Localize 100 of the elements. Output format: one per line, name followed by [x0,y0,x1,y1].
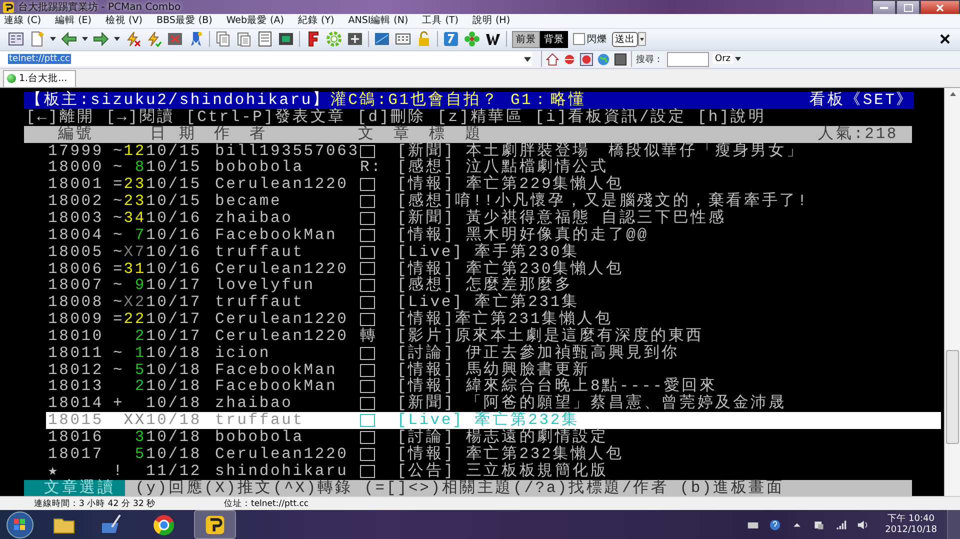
article-row[interactable]: ★ ! 11/12 shindohikaru [公告] 三立板板規簡化版 [46,462,941,480]
dropdown-caret-icon[interactable] [638,32,646,46]
round-browser-icon[interactable] [152,512,176,536]
letter-w-icon[interactable] [485,31,501,48]
dropdown-caret-icon[interactable] [734,57,741,62]
dropdown-caret-icon[interactable] [82,37,88,42]
article-row[interactable]: 18004 ~ 7 10/16 FacebookMan [情報] 黑木明好像真的走了@@ [46,226,941,244]
disc-icon[interactable] [563,52,576,66]
article-row[interactable]: 18000 ~ 8 10/15 bobobola R: [感想] 泣八點檔劇情公式 [46,159,941,176]
address-field[interactable]: telnet://ptt.cc [0,52,532,66]
article-row[interactable]: 18003 ~34 10/16 zhaibao [新聞] 黃少祺得意福態 自認三下巴性感 [46,210,941,227]
close-icon[interactable] [940,34,950,44]
forward-arrow-icon[interactable] [93,31,109,48]
back-arrow-icon[interactable] [61,31,77,48]
article-row[interactable]: 18015 XX10/18 truffaut [Live] 牽亡第232集 [46,412,941,429]
foreground-button[interactable]: 前景 [512,30,540,48]
article-title: [感想]唷!!小凡懷孕，又是腦殘文的，棄看牽手了! [397,193,809,210]
dropdown-caret-icon[interactable] [50,37,56,42]
article-row[interactable]: 18011 ~ 1 10/18 icion [討論] 伊正去參加禎甄高興見到你 [46,344,941,362]
article-row[interactable]: 18007 ~ 9 10/17 lovelyfun [感想] 怎麼差那麼多 [46,277,941,294]
empty-box-mark [360,178,375,192]
flower-icon[interactable] [464,31,480,48]
article-row[interactable]: 18005 ~X7 10/16 truffaut [Live] 牽手第230集 [46,244,941,261]
blink-checkbox[interactable] [573,33,585,46]
connection-tab[interactable]: 1.台大批... [3,70,76,88]
scrollbar-thumb[interactable] [946,350,959,444]
article-row[interactable]: 18001 =23 10/15 Cerulean1220 [情報] 牽亡第229集懶人包 [46,176,941,194]
menu-item[interactable]: 檢視 (V) [106,14,142,28]
close-button[interactable] [920,0,960,15]
disc-icon[interactable] [580,52,593,66]
padlock-icon[interactable] [416,31,432,48]
menu-item[interactable]: 連線 (C) [4,14,42,28]
copy-icon[interactable] [215,31,231,48]
article-row[interactable]: 18002 ~23 10/15 became [感想]唷!!小凡懷孕，又是腦殘文的，棄看牽手了! [46,193,941,210]
menu-item[interactable]: 紀錄 (Y) [298,14,334,28]
recommend-count: 23 [124,193,146,210]
document-icon[interactable] [257,31,273,48]
article-date: 10/18 [146,446,203,463]
ribbon-icon[interactable] [188,31,204,48]
empty-box-mark [360,195,375,208]
screen-icon[interactable] [278,31,294,48]
article-number: 18004 [47,226,105,244]
article-row[interactable]: 18016 3 10/18 bobobola [討論] 楊志遠的劇情設定 [46,428,941,446]
address-book-icon[interactable] [8,31,24,48]
blink-label: 閃爍 [587,32,607,46]
article-author: Cerulean1220 [215,328,350,345]
active-app-button[interactable] [194,510,236,539]
article-row[interactable]: 18008 ~X2 10/17 truffaut [Live] 牽亡第231集 [46,294,941,312]
home-icon[interactable] [546,52,559,66]
dropdown-caret-icon[interactable] [524,56,531,62]
help-icon[interactable] [769,518,782,530]
status-address-text: 位址：telnet://ptt.cc [224,498,309,510]
menu-item[interactable]: 編輯 (E) [55,14,92,28]
column-header: 日 期 [150,126,198,143]
article-row[interactable]: 18014 + 10/18 zhaibao [新聞] 「阿爸的願望」蔡昌憲、曾莞婷及金沛晟 [46,395,941,412]
disconnect-lightning-icon[interactable] [125,31,141,48]
article-row[interactable]: 18017 5 10/18 Cerulean1220 [情報] 牽亡第232集懶人包 [46,446,941,463]
close-all-icon[interactable] [167,31,183,48]
maximize-button[interactable] [896,0,920,15]
article-author: Cerulean1220 [215,176,350,194]
window-icon[interactable] [374,31,390,48]
article-date: 10/16 [146,244,203,261]
new-page-icon[interactable] [29,31,45,48]
background-button[interactable]: 背景 [540,30,568,48]
menu-item[interactable]: 說明 (H) [472,14,510,28]
menu-item[interactable]: Web最愛 (A) [226,14,284,28]
article-row[interactable]: 18010 2 10/17 Cerulean1220 轉 [影片]原來本土劇是這麼有深度的東西 [46,328,941,345]
menu-item[interactable]: BBS最愛 (B) [156,14,212,28]
search-field[interactable] [667,52,709,67]
recommend-count: XX [124,412,146,429]
move-icon[interactable] [347,31,363,48]
stop-icon[interactable] [614,52,627,66]
network-icon[interactable] [813,518,826,530]
article-date: 10/15 [146,193,203,210]
dropdown-caret-icon[interactable] [114,37,120,42]
reconnect-lightning-icon[interactable] [146,31,162,48]
empty-box-mark [360,262,375,276]
article-row[interactable]: 18006 =31 10/16 Cerulean1220 [情報] 牽亡第230集懶人包 [46,260,941,278]
send-button[interactable]: 送出 [612,32,638,47]
menu-item[interactable]: ANSI編輯 (N) [348,14,408,28]
article-author: shindohikaru [215,462,348,480]
article-number: 18015 [47,412,105,429]
menu-item[interactable]: 工具 (T) [422,14,458,28]
article-number: 18009 [47,311,105,328]
keyboard-icon[interactable] [395,31,411,48]
paste-icon[interactable] [236,31,252,48]
recommend-count: 9 [134,277,146,294]
start-button[interactable] [6,510,34,538]
article-row[interactable]: 18009 =22 10/17 Cerulean1220 [情報]牽亡第231集懶人包 [46,311,941,328]
speaker-icon[interactable] [857,518,870,530]
signal-icon[interactable] [835,518,848,530]
scroll-up-arrow-icon[interactable] [950,92,956,96]
article-row[interactable]: 18012 ~ 5 10/18 FacebookMan [情報] 馬幼興臉書更新 [46,362,941,378]
minimize-button[interactable] [872,0,896,15]
scrollbar[interactable] [944,88,960,496]
recommend-count: 2 [134,378,146,396]
article-date: 10/16 [146,260,203,278]
search-engine-dropdown[interactable]: Orz [713,54,733,64]
article-author: became [215,193,283,210]
article-date: 10/15 [146,159,203,176]
